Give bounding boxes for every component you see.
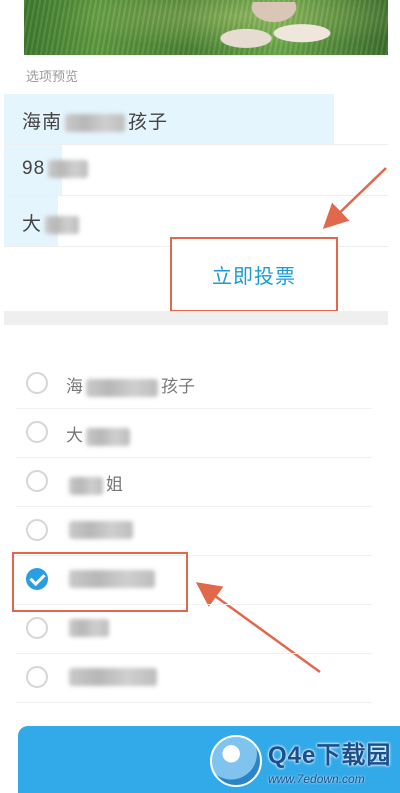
section-label: 选项预览	[26, 69, 79, 84]
selected-option-highlight	[12, 552, 188, 612]
preview-suffix: 孩子	[128, 112, 169, 133]
watermark-url: www.7edown.com	[268, 772, 365, 786]
option-label	[66, 666, 160, 686]
radio-icon[interactable]	[26, 519, 48, 541]
vote-now-button[interactable]: 立即投票	[170, 237, 338, 312]
vote-now-label: 立即投票	[212, 266, 296, 288]
blurred-text	[65, 113, 126, 132]
preview-item: 98	[4, 145, 388, 196]
option-label	[66, 519, 136, 539]
preview-item: 海南 孩子	[4, 94, 388, 145]
blurred-text	[45, 215, 80, 234]
radio-icon[interactable]	[26, 421, 48, 443]
preview-prefix: 98	[22, 158, 46, 179]
radio-icon[interactable]	[26, 372, 48, 394]
preview-label: 98	[22, 158, 91, 180]
vote-option[interactable]	[16, 654, 372, 703]
vote-options-list: 海 孩子 大 姐	[16, 360, 372, 703]
option-label: 大	[66, 421, 133, 446]
vote-option[interactable]: 姐	[16, 458, 372, 507]
radio-icon[interactable]	[26, 666, 48, 688]
preview-prefix: 大	[22, 214, 43, 235]
blurred-text	[69, 520, 133, 539]
blurred-text	[69, 476, 103, 495]
blurred-text	[69, 618, 109, 637]
preview-label: 大	[22, 209, 82, 236]
blurred-text	[86, 427, 130, 446]
option-suffix: 孩子	[161, 377, 195, 396]
vote-option[interactable]	[16, 605, 372, 654]
cover-image	[24, 0, 388, 55]
globe-icon	[210, 734, 262, 787]
vote-option[interactable]	[16, 507, 372, 556]
section-divider	[4, 311, 388, 325]
radio-icon[interactable]	[26, 470, 48, 492]
option-prefix: 海	[66, 377, 83, 396]
radio-icon[interactable]	[26, 617, 48, 639]
blurred-text	[86, 378, 158, 397]
preview-prefix: 海南	[22, 112, 63, 133]
option-label: 姐	[66, 470, 123, 495]
option-label: 海 孩子	[66, 372, 195, 397]
vote-option[interactable]: 海 孩子	[16, 360, 372, 409]
watermark-text: Q4e下载园 www.7edown.com	[268, 735, 391, 786]
watermark-title: Q4e下载园	[268, 742, 392, 769]
option-suffix: 姐	[106, 475, 123, 494]
feet-graphic	[204, 2, 344, 54]
option-prefix: 大	[66, 426, 83, 445]
option-label	[66, 617, 112, 637]
blurred-text	[69, 667, 157, 686]
blurred-text	[48, 159, 89, 178]
vote-option[interactable]: 大	[16, 409, 372, 458]
preview-list: 海南 孩子 98 大	[4, 94, 388, 247]
watermark: Q4e下载园 www.7edown.com	[206, 728, 400, 793]
preview-label: 海南 孩子	[22, 107, 168, 134]
